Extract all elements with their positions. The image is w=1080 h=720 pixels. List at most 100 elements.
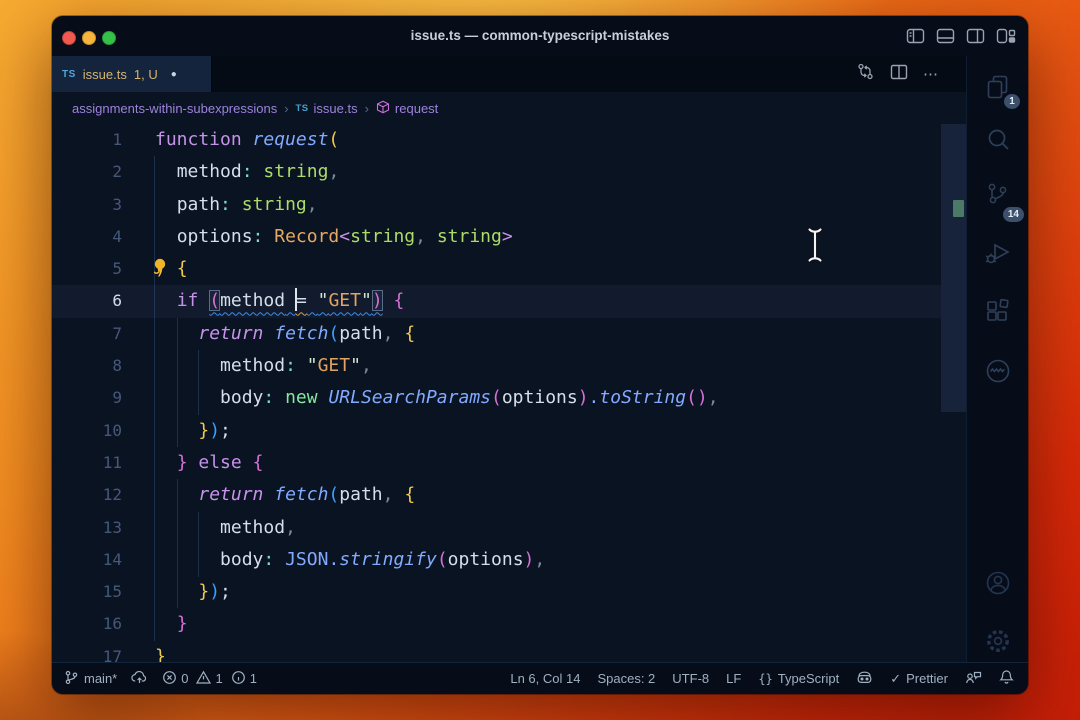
typescript-file-icon: TS <box>296 103 309 114</box>
line-number: 16 <box>52 608 155 640</box>
line-number: 4 <box>52 221 155 253</box>
split-editor-icon[interactable] <box>890 63 908 86</box>
indentation-setting[interactable]: Spaces: 2 <box>597 671 655 686</box>
toggle-primary-sidebar-icon[interactable] <box>906 27 925 45</box>
error-count: 0 <box>181 671 188 686</box>
breadcrumb-separator: › <box>365 101 369 116</box>
toggle-secondary-sidebar-icon[interactable] <box>966 27 985 45</box>
braces-icon: {} <box>758 672 772 686</box>
notifications-button[interactable] <box>999 669 1014 688</box>
code-line[interactable]: 2 method: string, <box>52 156 941 188</box>
feedback-icon <box>965 670 982 688</box>
warning-icon <box>196 670 211 688</box>
encoding-setting[interactable]: UTF-8 <box>672 671 709 686</box>
problems-indicator[interactable]: 0 1 1 <box>162 670 257 688</box>
line-number: 6 <box>52 285 155 317</box>
breadcrumb-file[interactable]: TS issue.ts <box>296 101 358 116</box>
language-mode[interactable]: {} TypeScript <box>758 671 839 686</box>
bell-icon <box>999 669 1014 688</box>
more-actions-icon[interactable]: ⋯ <box>923 67 939 82</box>
code-line[interactable]: 16 } <box>52 608 941 640</box>
line-number: 14 <box>52 544 155 576</box>
line-number: 3 <box>52 189 155 221</box>
explorer-icon[interactable]: 1 <box>967 73 1028 100</box>
code-line[interactable]: 15 }); <box>52 576 941 608</box>
code-lines: 1function request(2 method: string,3 pat… <box>52 124 967 662</box>
code-line[interactable]: 10 }); <box>52 415 941 447</box>
git-branch-icon <box>64 670 79 688</box>
line-number: 2 <box>52 156 155 188</box>
error-icon <box>162 670 177 688</box>
line-number: 9 <box>52 382 155 414</box>
code-line[interactable]: 1function request( <box>52 124 941 156</box>
account-icon[interactable] <box>967 568 1028 598</box>
code-line[interactable]: 17} <box>52 641 941 662</box>
window-title: issue.ts — common-typescript-mistakes <box>52 16 1028 56</box>
line-number: 17 <box>52 641 155 662</box>
customize-layout-icon[interactable] <box>996 27 1016 45</box>
toggle-panel-icon[interactable] <box>936 27 955 45</box>
search-icon[interactable] <box>967 126 1028 154</box>
code-line[interactable]: 3 path: string, <box>52 189 941 221</box>
branch-indicator[interactable]: main* <box>64 670 117 688</box>
code-line[interactable]: 5) { <box>52 253 941 285</box>
copilot-icon <box>856 670 873 688</box>
status-bar: main* 0 1 1 Ln 6, Col 14 Spaces: 2 UTF-8… <box>52 662 1028 694</box>
code-line[interactable]: 7 return fetch(path, { <box>52 318 941 350</box>
info-icon <box>231 670 246 688</box>
scrollbar-slider[interactable] <box>941 124 967 412</box>
copilot-status[interactable] <box>856 670 873 688</box>
code-line[interactable]: 13 method, <box>52 512 941 544</box>
editor-scrollbar[interactable] <box>941 124 967 662</box>
settings-gear-icon[interactable] <box>967 626 1028 656</box>
cloud-upload-icon <box>131 670 148 688</box>
cursor-position[interactable]: Ln 6, Col 14 <box>510 671 580 686</box>
extensions-icon[interactable] <box>967 297 1028 325</box>
code-line[interactable]: 9 body: new URLSearchParams(options).toS… <box>52 382 941 414</box>
formatter-status[interactable]: ✓ Prettier <box>890 671 948 687</box>
code-line[interactable]: 8 method: "GET", <box>52 350 941 382</box>
code-line[interactable]: 6 if (method = "GET") { <box>52 285 941 317</box>
activity-bar: 1 14 <box>966 56 1028 662</box>
typescript-file-icon: TS <box>62 69 76 80</box>
editor-tab-strip: TS issue.ts 1, U ● ⋯ <box>52 56 967 93</box>
line-number: 5 <box>52 253 155 285</box>
line-number: 12 <box>52 479 155 511</box>
unsaved-dot-icon[interactable]: ● <box>171 69 177 80</box>
tab-git-badge: 1, U <box>134 67 158 82</box>
code-action-lightbulb-icon[interactable] <box>149 256 171 283</box>
line-number: 7 <box>52 318 155 350</box>
source-control-icon[interactable]: 14 <box>967 181 1028 209</box>
line-number: 11 <box>52 447 155 479</box>
code-line[interactable]: 4 options: Record<string, string> <box>52 221 941 253</box>
explorer-badge: 1 <box>1004 94 1020 109</box>
check-icon: ✓ <box>890 671 901 687</box>
title-bar: issue.ts — common-typescript-mistakes <box>52 16 1028 56</box>
code-editor[interactable]: 1function request(2 method: string,3 pat… <box>52 124 967 662</box>
code-line[interactable]: 11 } else { <box>52 447 941 479</box>
breadcrumb: assignments-within-subexpressions › TS i… <box>52 92 987 124</box>
line-number: 15 <box>52 576 155 608</box>
breadcrumb-folder[interactable]: assignments-within-subexpressions <box>72 101 277 116</box>
code-line[interactable]: 14 body: JSON.stringify(options), <box>52 544 941 576</box>
info-count: 1 <box>250 671 257 686</box>
eol-setting[interactable]: LF <box>726 671 741 686</box>
breadcrumb-symbol-request[interactable]: request <box>376 100 438 117</box>
tab-issue-ts[interactable]: TS issue.ts 1, U ● <box>52 56 212 92</box>
warning-count: 1 <box>215 671 222 686</box>
feedback-button[interactable] <box>965 670 982 688</box>
line-number: 8 <box>52 350 155 382</box>
line-number: 10 <box>52 415 155 447</box>
tab-label: issue.ts <box>83 67 127 82</box>
wave-extension-icon[interactable] <box>967 356 1028 386</box>
breadcrumb-separator: › <box>284 101 288 116</box>
symbol-cube-icon <box>376 100 390 117</box>
line-number: 1 <box>52 124 155 156</box>
overview-ruler-marker <box>953 200 964 217</box>
code-line[interactable]: 12 return fetch(path, { <box>52 479 941 511</box>
open-changes-icon[interactable] <box>856 62 875 86</box>
sync-changes[interactable] <box>131 670 148 688</box>
line-number: 13 <box>52 512 155 544</box>
run-debug-icon[interactable] <box>967 238 1028 268</box>
vscode-window: issue.ts — common-typescript-mistakes TS… <box>52 16 1028 694</box>
